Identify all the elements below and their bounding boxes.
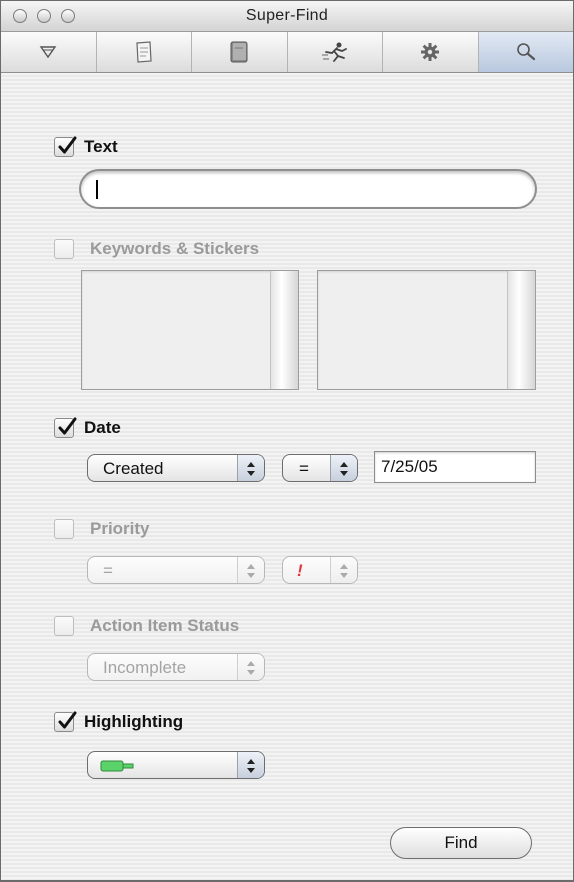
priority-level-value: ! bbox=[297, 561, 303, 580]
funnel-icon bbox=[39, 46, 57, 59]
priority-checkbox[interactable] bbox=[54, 519, 74, 539]
date-field-popup-value: Created bbox=[103, 459, 164, 478]
updown-arrows-icon bbox=[237, 455, 264, 481]
highlighting-checkbox[interactable] bbox=[54, 711, 77, 732]
checkmark-icon bbox=[58, 711, 77, 729]
search-text-input[interactable] bbox=[79, 169, 537, 209]
notebook-icon bbox=[230, 41, 248, 63]
highlighter-icon bbox=[100, 760, 134, 772]
action-status-value: Incomplete bbox=[103, 658, 187, 677]
priority-level-popup[interactable]: ! bbox=[282, 556, 358, 584]
action-status-popup[interactable]: Incomplete bbox=[87, 653, 265, 681]
updown-arrows-icon bbox=[237, 654, 264, 680]
highlight-color-popup[interactable] bbox=[87, 751, 265, 779]
checkmark-icon bbox=[58, 136, 77, 154]
stickers-list-scrollbar[interactable] bbox=[507, 271, 535, 389]
keywords-checkbox[interactable] bbox=[54, 239, 74, 259]
date-value-field[interactable]: 7/25/05 bbox=[374, 451, 536, 483]
tab-settings[interactable] bbox=[383, 32, 479, 72]
gear-icon bbox=[421, 43, 440, 61]
window-title: Super-Find bbox=[245, 7, 329, 24]
tab-search[interactable] bbox=[478, 32, 573, 72]
action-status-checkbox[interactable] bbox=[54, 616, 74, 636]
priority-operator-popup[interactable]: = bbox=[87, 556, 265, 584]
date-checkbox[interactable] bbox=[54, 417, 77, 438]
find-button[interactable]: Find bbox=[390, 827, 532, 859]
date-field-popup[interactable]: Created bbox=[87, 454, 265, 482]
tab-notebook[interactable] bbox=[192, 32, 288, 72]
text-label: Text bbox=[84, 137, 118, 156]
updown-arrows-icon bbox=[330, 455, 357, 481]
title-bar: Super-Find bbox=[1, 1, 573, 32]
tab-filter[interactable] bbox=[1, 32, 97, 72]
super-find-window: Super-Find Text Keywords & Stickers Date… bbox=[0, 0, 574, 882]
date-label: Date bbox=[84, 418, 121, 437]
highlighting-label: Highlighting bbox=[84, 712, 184, 731]
text-checkbox[interactable] bbox=[54, 136, 77, 157]
tab-note[interactable] bbox=[97, 32, 192, 72]
text-caret bbox=[96, 180, 98, 199]
stickers-list[interactable] bbox=[317, 270, 536, 390]
updown-arrows-icon bbox=[237, 752, 264, 778]
note-icon bbox=[136, 41, 152, 63]
checkmark-icon bbox=[58, 417, 77, 435]
search-icon bbox=[516, 43, 535, 61]
date-value-text: 7/25/05 bbox=[381, 457, 438, 476]
tab-activity[interactable] bbox=[288, 32, 383, 72]
runner-icon bbox=[321, 42, 347, 62]
action-status-label: Action Item Status bbox=[90, 616, 240, 635]
updown-arrows-icon bbox=[237, 557, 264, 583]
keywords-label: Keywords & Stickers bbox=[90, 239, 260, 258]
toolbar bbox=[1, 32, 573, 73]
date-operator-popup[interactable]: = bbox=[282, 454, 358, 482]
priority-operator-value: = bbox=[103, 561, 113, 580]
keywords-list-scrollbar[interactable] bbox=[270, 271, 298, 389]
date-operator-value: = bbox=[299, 459, 309, 478]
priority-label: Priority bbox=[90, 519, 150, 538]
updown-arrows-icon bbox=[330, 557, 357, 583]
keywords-list[interactable] bbox=[81, 270, 299, 390]
